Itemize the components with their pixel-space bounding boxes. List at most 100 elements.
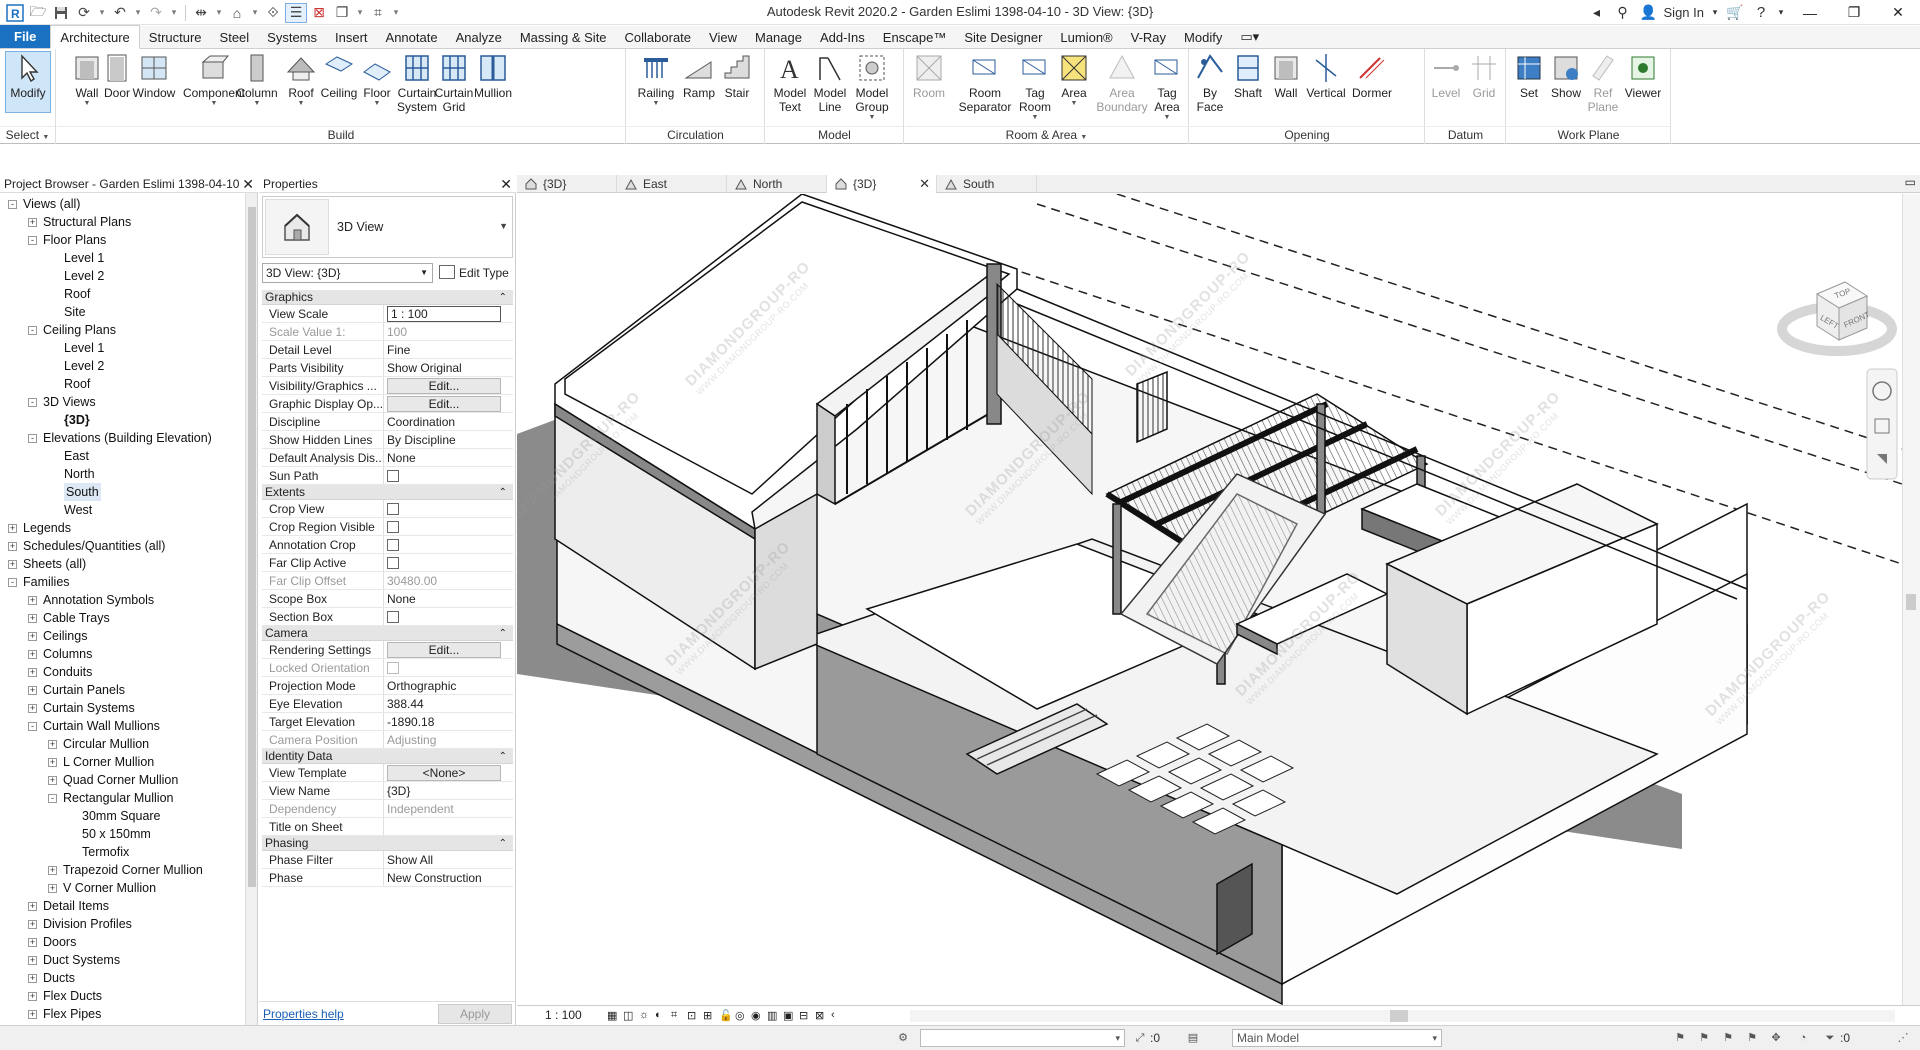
- model-model-line-button[interactable]: Model Line: [810, 52, 850, 122]
- expand-icon[interactable]: +: [48, 866, 57, 875]
- collapse-bar-icon[interactable]: ‹: [831, 1009, 845, 1022]
- switch-windows-icon[interactable]: ❐: [331, 3, 353, 23]
- property-checkbox[interactable]: [387, 611, 399, 623]
- tab-architecture[interactable]: Architecture: [50, 25, 140, 49]
- expand-icon[interactable]: +: [28, 704, 37, 713]
- collapse-icon[interactable]: -: [48, 794, 57, 803]
- select-links-icon[interactable]: ⚑: [1672, 1030, 1688, 1046]
- property-edit-button[interactable]: Edit...: [387, 378, 501, 394]
- tab-enscape[interactable]: Enscape™: [874, 26, 956, 48]
- redo-icon[interactable]: ↷: [145, 3, 167, 23]
- canvas-vertical-scrollbar[interactable]: [1902, 194, 1920, 1005]
- circulation-stair-button[interactable]: Stair: [719, 52, 755, 122]
- work-plane-viewer-button[interactable]: Viewer: [1623, 52, 1663, 122]
- close-icon[interactable]: ✕: [242, 175, 254, 193]
- expand-icon[interactable]: +: [28, 992, 37, 1001]
- measure-dropdown-icon[interactable]: ▾: [213, 3, 225, 23]
- shadows-icon[interactable]: ◐: [655, 1009, 669, 1022]
- expand-icon[interactable]: +: [28, 650, 37, 659]
- 3d-view-icon[interactable]: ⌂: [226, 3, 248, 23]
- collapse-icon[interactable]: -: [8, 578, 17, 587]
- collapse-chevron-icon[interactable]: ⌃: [499, 290, 507, 305]
- design-options-icon[interactable]: ▤: [1185, 1030, 1201, 1046]
- undo-dropdown-icon[interactable]: ▾: [132, 3, 144, 23]
- canvas-horizontal-scrollbar[interactable]: [910, 1010, 1895, 1022]
- show-crop-icon[interactable]: ⊞: [703, 1009, 717, 1022]
- tab-overflow-icon[interactable]: ▭: [1905, 175, 1916, 189]
- tab-steel[interactable]: Steel: [211, 26, 259, 48]
- 3d-model-view[interactable]: TOP LEFT FRONT: [517, 194, 1902, 1005]
- property-value[interactable]: Fine: [384, 341, 513, 358]
- property-value[interactable]: Show Original: [384, 359, 513, 376]
- tree-node[interactable]: + Flex Ducts: [28, 987, 102, 1005]
- browser-scrollbar[interactable]: [245, 193, 257, 1025]
- expand-icon[interactable]: +: [28, 902, 37, 911]
- property-value[interactable]: None: [384, 449, 513, 466]
- user-icon[interactable]: 👤: [1636, 1, 1662, 25]
- tree-node[interactable]: + Ceilings: [28, 627, 87, 645]
- expand-icon[interactable]: +: [8, 524, 17, 533]
- tab-massing-site[interactable]: Massing & Site: [511, 26, 616, 48]
- select-underlay-icon[interactable]: ⚑: [1696, 1030, 1712, 1046]
- tree-leaf[interactable]: East: [64, 447, 89, 465]
- expand-icon[interactable]: +: [28, 686, 37, 695]
- datum-level-button[interactable]: Level: [1428, 52, 1464, 122]
- editable-only-icon[interactable]: ⤢: [1132, 1030, 1148, 1046]
- collapse-chevron-icon[interactable]: ⌃: [499, 836, 507, 851]
- tree-leaf[interactable]: Roof: [64, 375, 90, 393]
- view-tab[interactable]: {3D} ✕: [827, 175, 937, 194]
- analytical-model-icon[interactable]: ▣: [783, 1009, 797, 1022]
- build-floor-button[interactable]: Floor ▼: [359, 52, 395, 122]
- tab-add-ins[interactable]: Add-Ins: [811, 26, 874, 48]
- help-icon[interactable]: ?: [1748, 1, 1774, 25]
- scrollbar-thumb[interactable]: [1906, 594, 1916, 610]
- expand-icon[interactable]: +: [48, 740, 57, 749]
- tab-lumion[interactable]: Lumion®: [1051, 26, 1121, 48]
- circulation-ramp-button[interactable]: Ramp: [681, 52, 717, 122]
- tree-leaf[interactable]: Roof: [64, 285, 90, 303]
- qat-dropdown-icon[interactable]: ▾: [390, 3, 402, 23]
- tab-analyze[interactable]: Analyze: [447, 26, 511, 48]
- select-by-face-icon[interactable]: ⚑: [1744, 1030, 1760, 1046]
- expand-icon[interactable]: +: [28, 632, 37, 641]
- expand-icon[interactable]: +: [28, 938, 37, 947]
- tree-node[interactable]: + Cable Trays: [28, 609, 110, 627]
- view-tab[interactable]: South: [937, 175, 1037, 193]
- contextual-toggle-icon[interactable]: ▭▾: [1231, 26, 1268, 48]
- property-value[interactable]: [384, 818, 513, 835]
- tree-node[interactable]: - Elevations (Building Elevation): [28, 429, 212, 447]
- tree-leaf[interactable]: North: [64, 465, 95, 483]
- ribbon-group-label[interactable]: Select ▼: [0, 126, 55, 142]
- tab-modify[interactable]: Modify: [1175, 26, 1231, 48]
- collapse-icon[interactable]: -: [28, 398, 37, 407]
- expand-icon[interactable]: +: [28, 218, 37, 227]
- select-pinned-icon[interactable]: ⚑: [1720, 1030, 1736, 1046]
- tab-v-ray[interactable]: V-Ray: [1122, 26, 1175, 48]
- build-window-button[interactable]: Window: [131, 52, 177, 122]
- chevron-down-icon[interactable]: ▼: [499, 221, 508, 231]
- property-edit-button[interactable]: <None>: [387, 765, 501, 781]
- tab-insert[interactable]: Insert: [326, 26, 377, 48]
- collapse-icon[interactable]: -: [28, 722, 37, 731]
- tree-node[interactable]: + Annotation Symbols: [28, 591, 154, 609]
- view-tab[interactable]: East: [617, 175, 727, 193]
- opening-shaft-button[interactable]: Shaft: [1230, 52, 1266, 122]
- tree-node[interactable]: + Conduits: [28, 663, 92, 681]
- thin-lines-icon[interactable]: ☰: [285, 2, 307, 23]
- tree-node[interactable]: - Views (all): [8, 195, 80, 213]
- tree-leaf[interactable]: South: [64, 483, 101, 501]
- tree-leaf[interactable]: {3D}: [64, 411, 90, 429]
- tab-collaborate[interactable]: Collaborate: [616, 26, 701, 48]
- redo-dropdown-icon[interactable]: ▾: [168, 3, 180, 23]
- build-ceiling-button[interactable]: Ceiling: [319, 52, 359, 122]
- model-model-text-button[interactable]: A Model Text: [772, 52, 808, 122]
- model-model-group-button[interactable]: Model Group ▼: [850, 52, 894, 122]
- room-area-area-button[interactable]: Area ▼: [1055, 52, 1093, 122]
- cart-icon[interactable]: 🛒: [1722, 1, 1748, 25]
- tree-node[interactable]: + Sheets (all): [8, 555, 86, 573]
- tree-node[interactable]: + Flex Pipes: [28, 1005, 101, 1023]
- opening-wall-button[interactable]: Wall: [1268, 52, 1304, 122]
- expand-icon[interactable]: +: [28, 956, 37, 965]
- view-scale-control[interactable]: 1 : 100: [545, 1008, 582, 1022]
- opening-vertical-button[interactable]: Vertical: [1304, 52, 1348, 122]
